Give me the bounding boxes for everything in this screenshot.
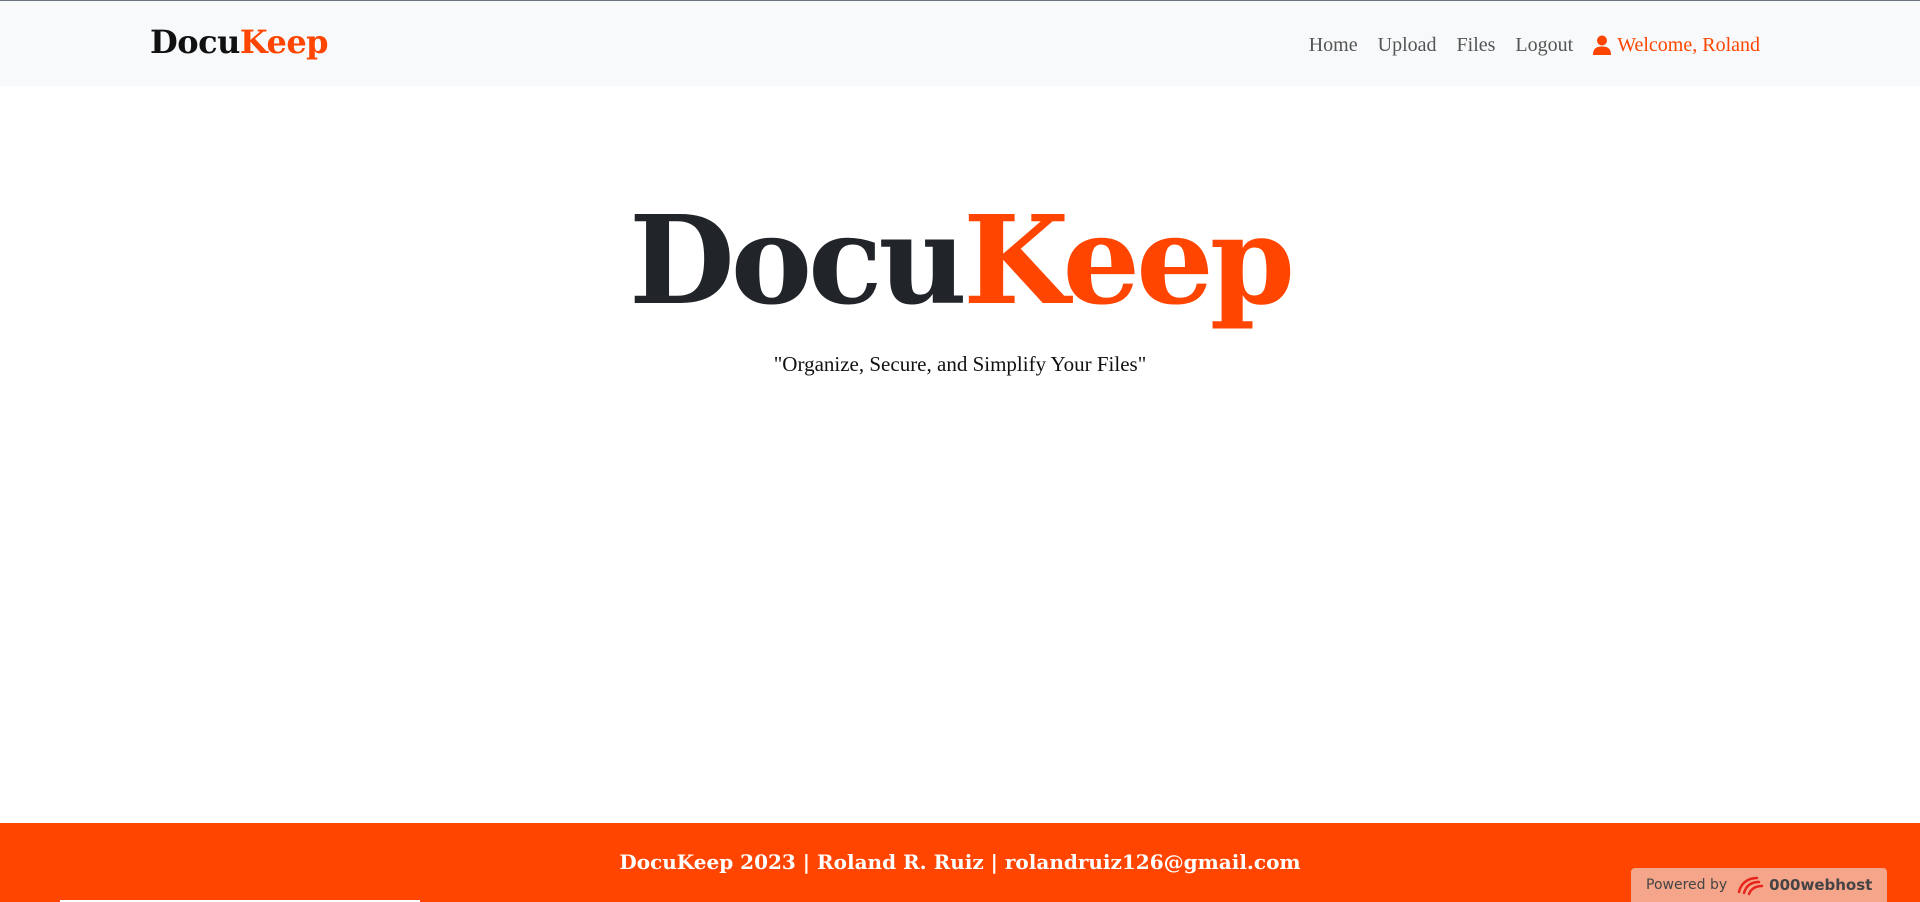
powered-by-badge[interactable]: Powered by 000webhost — [1631, 868, 1887, 902]
brand-docu: Docu — [150, 23, 240, 61]
brand-keep: Keep — [239, 23, 329, 61]
user-welcome-label: Welcome, Roland — [1617, 33, 1760, 56]
brand-logo-link[interactable]: DocuKeep — [150, 23, 329, 61]
hero-tagline: "Organize, Secure, and Simplify Your Fil… — [773, 352, 1147, 376]
000webhost-logo-icon — [1737, 876, 1764, 896]
powered-by-brand: 000webhost — [1769, 876, 1873, 894]
nav-link-home[interactable]: Home — [1309, 34, 1358, 57]
hero-title-docu: Docu — [628, 188, 967, 332]
powered-by-label: Powered by — [1646, 877, 1728, 893]
nav-link-upload[interactable]: Upload — [1378, 34, 1437, 57]
navbar: DocuKeep Home Upload Files Logout Welcom… — [0, 0, 1920, 86]
hero-title-keep: Keep — [963, 188, 1295, 332]
user-icon — [1593, 35, 1612, 55]
nav-link-logout[interactable]: Logout — [1515, 34, 1573, 57]
nav-links: Home Upload Files Logout Welcome, Roland — [1289, 31, 1760, 59]
nav-link-files[interactable]: Files — [1457, 34, 1496, 57]
hero-title: DocuKeep — [0, 190, 1920, 330]
nav-user-welcome[interactable]: Welcome, Roland — [1593, 34, 1760, 57]
